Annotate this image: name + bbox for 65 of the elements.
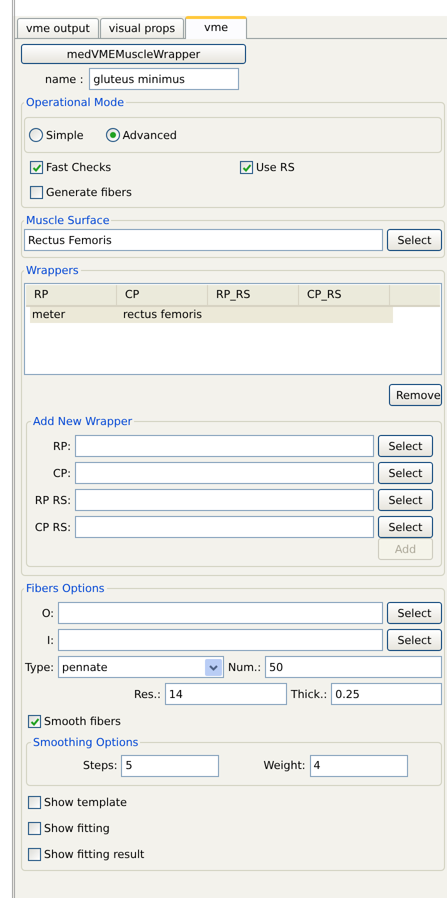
select-button[interactable]: Select — [378, 435, 433, 457]
checkbox[interactable]: Use RS — [240, 161, 442, 174]
checkbox[interactable]: Fast Checks — [30, 161, 240, 174]
name-field[interactable]: gluteus minimus — [89, 68, 240, 90]
field-label: Weight: — [263, 759, 306, 772]
input-field[interactable]: 4 — [310, 754, 408, 776]
wrapper-button[interactable]: medVMEMuscleWrapper — [21, 44, 246, 64]
input-field[interactable] — [75, 516, 374, 538]
field-label: Res.: — [134, 688, 161, 700]
name-label: name : — [45, 72, 84, 86]
field-label: Steps: — [83, 759, 118, 772]
group-title: Fibers Options — [25, 582, 106, 595]
check-icon — [242, 162, 252, 172]
column-header[interactable]: RP — [26, 285, 117, 305]
tab[interactable]: vme — [185, 16, 248, 39]
select-button[interactable]: Select — [378, 462, 433, 484]
field-label: Type: — [24, 660, 54, 674]
type-dropdown[interactable]: pennate — [58, 656, 224, 678]
field-label: Thick.: — [290, 688, 328, 700]
group-title: Wrappers — [25, 264, 80, 277]
select-button[interactable]: Select — [387, 229, 442, 251]
select-button[interactable]: Select — [378, 489, 433, 511]
remove-button[interactable]: Remove — [389, 384, 442, 406]
checkbox[interactable]: Show fitting result — [28, 848, 144, 860]
list-cell-text: meter — [31, 307, 66, 323]
group-title: Operational Mode — [25, 96, 126, 109]
input-field[interactable]: 14 — [164, 683, 287, 705]
select-button[interactable]: Select — [378, 516, 433, 538]
input-field[interactable] — [58, 602, 383, 624]
column-header[interactable]: CP_RS — [299, 285, 390, 305]
field-label: CP: — [52, 466, 71, 480]
checkbox[interactable]: Show fitting — [28, 822, 110, 834]
select-button[interactable]: Select — [387, 629, 442, 651]
select-button[interactable]: Select — [387, 602, 442, 624]
list-row[interactable]: meter rectus femoris — [30, 307, 393, 323]
tab[interactable]: visual props — [100, 18, 184, 38]
tab[interactable]: vme output — [17, 18, 99, 38]
checkbox[interactable]: Smooth fibers — [28, 715, 121, 728]
radio-button[interactable]: Advanced — [106, 128, 177, 142]
input-field[interactable] — [75, 435, 374, 457]
check-icon — [30, 716, 40, 726]
group-title: Muscle Surface — [25, 214, 110, 227]
list-cell-text: rectus femoris — [122, 307, 204, 323]
check-icon — [32, 162, 42, 172]
field-label: O: — [40, 606, 54, 620]
input-field[interactable]: 5 — [121, 754, 220, 776]
field-label: RP RS: — [34, 494, 71, 506]
input-field[interactable] — [58, 629, 383, 651]
field-label: CP RS: — [34, 520, 71, 534]
input-field[interactable] — [75, 489, 374, 511]
group-title: Smoothing Options — [32, 736, 140, 748]
checkbox[interactable]: Generate fibers — [30, 186, 240, 199]
input-field[interactable]: 50 — [265, 656, 442, 678]
radio-button[interactable]: Simple — [29, 128, 84, 142]
group-title: Add New Wrapper — [32, 415, 134, 428]
field-label: Num.: — [228, 660, 262, 674]
checkbox[interactable]: Show template — [28, 796, 127, 808]
column-header[interactable]: CP — [117, 285, 208, 305]
input-field[interactable] — [75, 462, 374, 484]
muscle-surface-field[interactable]: Rectus Femoris — [24, 229, 383, 251]
chevron-icon — [205, 658, 222, 676]
column-header[interactable]: RP_RS — [208, 285, 299, 305]
input-field[interactable]: 0.25 — [331, 683, 442, 705]
field-label: I: — [46, 634, 54, 646]
field-label: RP: — [52, 440, 71, 452]
